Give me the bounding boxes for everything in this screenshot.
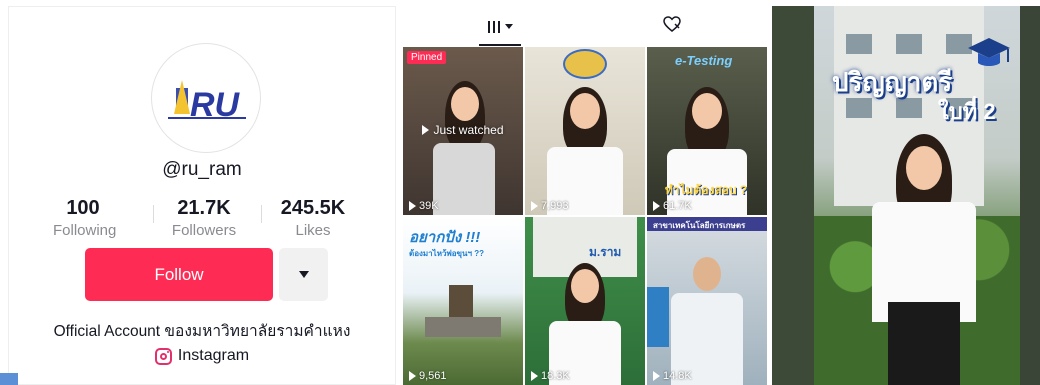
- caret-down-icon: [504, 24, 513, 29]
- view-count-value: 9,561: [419, 370, 447, 382]
- sign-shape: [647, 287, 669, 347]
- stat-following-label: Following: [53, 222, 117, 239]
- stat-following-value: 100: [66, 197, 100, 219]
- video-caption: อยากปัง !!!: [409, 229, 481, 246]
- view-count: 18.3K: [531, 370, 570, 382]
- stat-likes-label: Likes: [295, 222, 331, 239]
- stat-divider: [261, 205, 262, 223]
- pants-shape: [888, 302, 960, 385]
- emblem-icon: [563, 49, 607, 79]
- monument-base: [425, 317, 501, 337]
- video-thumbnail[interactable]: ม.ราม 18.3K: [525, 217, 645, 385]
- play-icon: [409, 371, 416, 381]
- video-grid-panel: Pinned Just watched 39K 7,993 e-Testing …: [403, 6, 767, 385]
- profile-stats: 100 Following 21.7K Followers 245.5K Lik…: [39, 197, 369, 243]
- play-icon: [653, 371, 660, 381]
- video-top-caption: e-Testing: [675, 53, 733, 68]
- view-count-value: 7,993: [541, 200, 569, 212]
- view-count: 61.7K: [653, 200, 692, 212]
- view-count-value: 61.7K: [663, 200, 692, 212]
- stat-followers[interactable]: 21.7K Followers: [165, 197, 243, 239]
- featured-video-frame: ปริญญาตรี ใบที่ 2: [814, 6, 1020, 385]
- profile-panel: RU @ru_ram 100 Following 21.7K Followers…: [8, 6, 396, 385]
- view-count-value: 39K: [419, 200, 439, 212]
- instagram-link[interactable]: Instagram: [9, 347, 395, 365]
- view-count: 14.8K: [653, 370, 692, 382]
- blur-side-left: [772, 6, 814, 385]
- just-watched-overlay: Just watched: [403, 123, 523, 137]
- video-thumbnail[interactable]: e-Testing ทำไมต้องสอบ ? 61.7K: [647, 47, 767, 215]
- chevron-down-icon: [298, 271, 309, 278]
- view-count: 7,993: [531, 200, 569, 212]
- video-caption: ทำไมต้องสอบ ?: [665, 183, 748, 197]
- content-tabs: [403, 6, 767, 47]
- just-watched-label: Just watched: [433, 123, 504, 137]
- ru-logo-icon: RU: [168, 80, 246, 124]
- screenshot-stage: RU @ru_ram 100 Following 21.7K Followers…: [0, 0, 1040, 385]
- stat-following[interactable]: 100 Following: [53, 197, 117, 239]
- stat-followers-value: 21.7K: [177, 197, 231, 219]
- pinned-badge: Pinned: [407, 51, 447, 64]
- video-sub-caption: ต้องมาไหว้พ่อขุนฯ ??: [409, 249, 484, 258]
- featured-title: ปริญญาตรี: [832, 67, 953, 97]
- video-thumbnail[interactable]: 7,993: [525, 47, 645, 215]
- play-icon: [531, 371, 538, 381]
- play-icon: [409, 201, 416, 211]
- video-thumbnail[interactable]: สาขาเทคโนโลยีการเกษตร 14.8K: [647, 217, 767, 385]
- avatar[interactable]: RU: [151, 43, 261, 153]
- featured-subtitle: ใบที่ 2: [938, 99, 996, 124]
- accent-strip: [0, 373, 18, 385]
- liked-heart-icon: [663, 16, 681, 37]
- video-thumbnail[interactable]: Pinned Just watched 39K: [403, 47, 523, 215]
- view-count-value: 18.3K: [541, 370, 570, 382]
- video-caption: ม.ราม: [589, 245, 622, 259]
- instagram-link-label: Instagram: [177, 347, 250, 364]
- stat-followers-label: Followers: [171, 222, 237, 239]
- instagram-icon: [154, 347, 172, 365]
- stat-divider: [153, 205, 154, 223]
- follow-button[interactable]: Follow: [85, 248, 273, 301]
- play-icon: [653, 201, 660, 211]
- stat-likes[interactable]: 245.5K Likes: [273, 197, 353, 239]
- more-options-button[interactable]: [279, 248, 328, 301]
- profile-bio: Official Account ของมหาวิทยาลัยรามคำแหง: [53, 323, 351, 340]
- graduation-cap-icon: [968, 38, 1010, 66]
- videos-grid-icon: [487, 20, 500, 33]
- blur-side-right: [1020, 6, 1040, 385]
- view-count: 39K: [409, 200, 439, 212]
- tab-liked[interactable]: [659, 6, 685, 47]
- play-icon: [531, 201, 538, 211]
- play-icon: [422, 125, 430, 135]
- video-caption: สาขาเทคโนโลยีการเกษตร: [653, 221, 746, 230]
- tab-videos[interactable]: [479, 6, 521, 47]
- tab-active-underline: [479, 44, 521, 46]
- profile-handle: @ru_ram: [162, 159, 242, 180]
- featured-video[interactable]: ปริญญาตรี ใบที่ 2: [772, 6, 1040, 385]
- view-count-value: 14.8K: [663, 370, 692, 382]
- view-count: 9,561: [409, 370, 447, 382]
- stat-likes-value: 245.5K: [280, 197, 346, 219]
- video-grid: Pinned Just watched 39K 7,993 e-Testing …: [403, 47, 767, 385]
- video-thumbnail[interactable]: อยากปัง !!! ต้องมาไหว้พ่อขุนฯ ?? 9,561: [403, 217, 523, 385]
